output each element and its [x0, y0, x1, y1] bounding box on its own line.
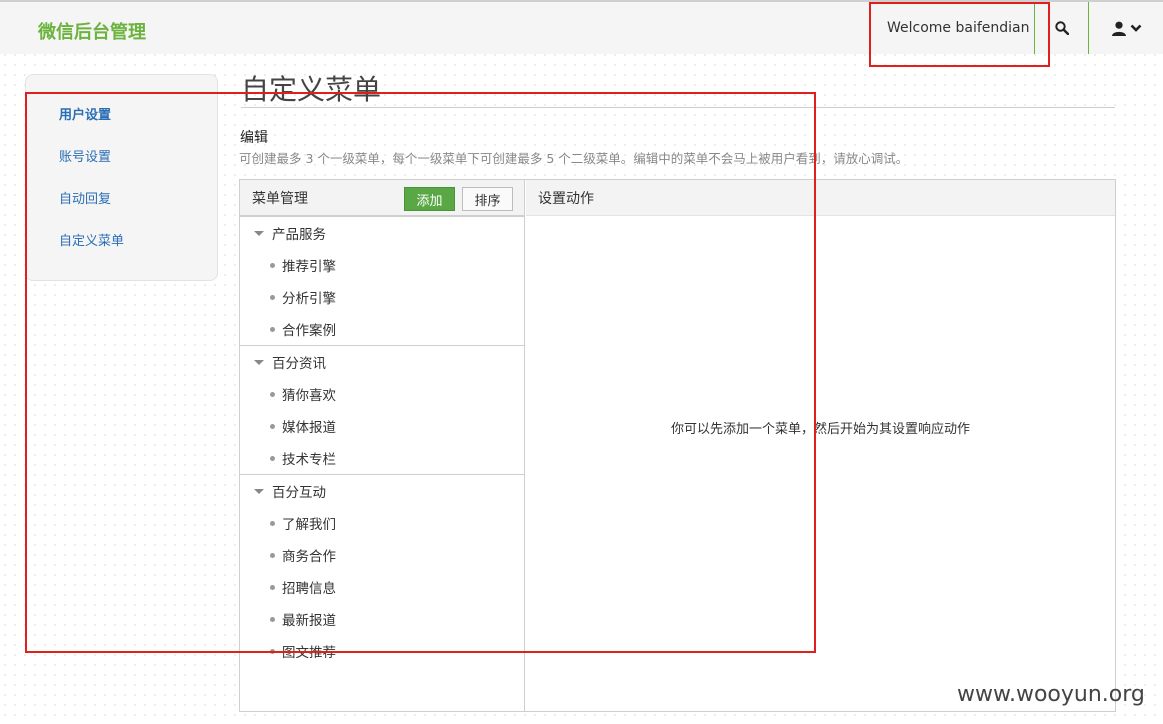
submenu-item-label: 猜你喜欢 [282, 388, 336, 404]
menu-group: 百分资讯 猜你喜欢 媒体报道 技术专栏 [240, 346, 524, 475]
action-title: 设置动作 [538, 190, 594, 207]
page-title: 自定义菜单 [241, 72, 1115, 108]
submenu-item[interactable]: 合作案例 [240, 313, 524, 345]
action-hint-text: 你可以先添加一个菜单，然后开始为其设置响应动作 [670, 422, 970, 437]
menu-group-label: 百分资讯 [272, 356, 326, 372]
submenu-item-label: 了解我们 [282, 517, 336, 533]
menu-group-title[interactable]: 百分互动 [240, 475, 524, 507]
bullet-icon [270, 423, 275, 429]
bullet-icon [270, 326, 275, 332]
menu-group-title[interactable]: 百分资讯 [240, 346, 524, 378]
caret-down-icon [254, 230, 264, 236]
user-icon [1112, 21, 1126, 36]
caret-down-icon [254, 488, 264, 494]
menu-group: 产品服务 推荐引擎 分析引擎 合作案例 [240, 217, 524, 346]
submenu-item-label: 最新报道 [282, 613, 336, 629]
bullet-icon [270, 294, 275, 300]
menu-group-label: 百分互动 [272, 485, 326, 501]
menu-management-column: 菜单管理 添加 排序 产品服务 推荐引擎 分析引擎 合作案例 百分资讯 猜你喜欢… [240, 180, 525, 711]
submenu-item[interactable]: 分析引擎 [240, 281, 524, 313]
submenu-item[interactable]: 图文推荐 [240, 635, 524, 667]
bullet-icon [270, 648, 275, 654]
search-button[interactable] [1036, 2, 1089, 54]
submenu-item-label: 合作案例 [282, 323, 336, 339]
top-bar: 微信后台管理 Welcome baifendian [0, 0, 1163, 54]
action-header: 设置动作 [526, 180, 1115, 216]
chevron-down-icon [1130, 24, 1142, 32]
bullet-icon [270, 520, 275, 526]
submenu-item[interactable]: 商务合作 [240, 539, 524, 571]
bullet-icon [270, 391, 275, 397]
submenu-item-label: 技术专栏 [282, 452, 336, 468]
action-column: 设置动作 你可以先添加一个菜单，然后开始为其设置响应动作 [526, 180, 1115, 711]
submenu-item[interactable]: 猜你喜欢 [240, 378, 524, 410]
sidebar-item-custom-menu[interactable]: 自定义菜单 [26, 221, 217, 263]
menu-group-label: 产品服务 [272, 227, 326, 243]
submenu-item-label: 推荐引擎 [282, 259, 336, 275]
menu-management-title: 菜单管理 [252, 190, 308, 207]
bullet-icon [270, 455, 275, 461]
search-icon [1055, 21, 1069, 35]
submenu-item-label: 招聘信息 [282, 581, 336, 597]
bullet-icon [270, 552, 275, 558]
menu-group-title[interactable]: 产品服务 [240, 217, 524, 249]
sidebar-item-user-settings[interactable]: 用户设置 [26, 95, 217, 137]
bullet-icon [270, 616, 275, 622]
submenu-item[interactable]: 了解我们 [240, 507, 524, 539]
add-menu-button[interactable]: 添加 [404, 187, 455, 211]
sidebar-item-account-settings[interactable]: 账号设置 [26, 137, 217, 179]
submenu-item-label: 商务合作 [282, 549, 336, 565]
edit-description: 可创建最多 3 个一级菜单，每个一级菜单下可创建最多 5 个二级菜单。编辑中的菜… [239, 151, 909, 166]
menu-group: 百分互动 了解我们 商务合作 招聘信息 最新报道 图文推荐 [240, 475, 524, 667]
bullet-icon [270, 584, 275, 590]
caret-down-icon [254, 359, 264, 365]
sidebar: 用户设置 账号设置 自动回复 自定义菜单 [25, 74, 218, 281]
sort-menu-button[interactable]: 排序 [462, 187, 513, 211]
welcome-text: Welcome baifendian [873, 2, 1035, 54]
submenu-item[interactable]: 技术专栏 [240, 442, 524, 474]
bullet-icon [270, 262, 275, 268]
edit-label: 编辑 [240, 130, 268, 146]
watermark-text: www.wooyun.org [957, 682, 1145, 707]
submenu-item[interactable]: 推荐引擎 [240, 249, 524, 281]
user-menu-button[interactable] [1090, 2, 1163, 54]
menu-management-header: 菜单管理 添加 排序 [240, 180, 524, 217]
submenu-item[interactable]: 招聘信息 [240, 571, 524, 603]
submenu-item-label: 图文推荐 [282, 645, 336, 661]
brand-logo[interactable]: 微信后台管理 [38, 18, 146, 44]
submenu-item-label: 媒体报道 [282, 420, 336, 436]
submenu-item-label: 分析引擎 [282, 291, 336, 307]
sidebar-item-auto-reply[interactable]: 自动回复 [26, 179, 217, 221]
submenu-item[interactable]: 最新报道 [240, 603, 524, 635]
menu-editor-panel: 菜单管理 添加 排序 产品服务 推荐引擎 分析引擎 合作案例 百分资讯 猜你喜欢… [239, 179, 1116, 712]
submenu-item[interactable]: 媒体报道 [240, 410, 524, 442]
